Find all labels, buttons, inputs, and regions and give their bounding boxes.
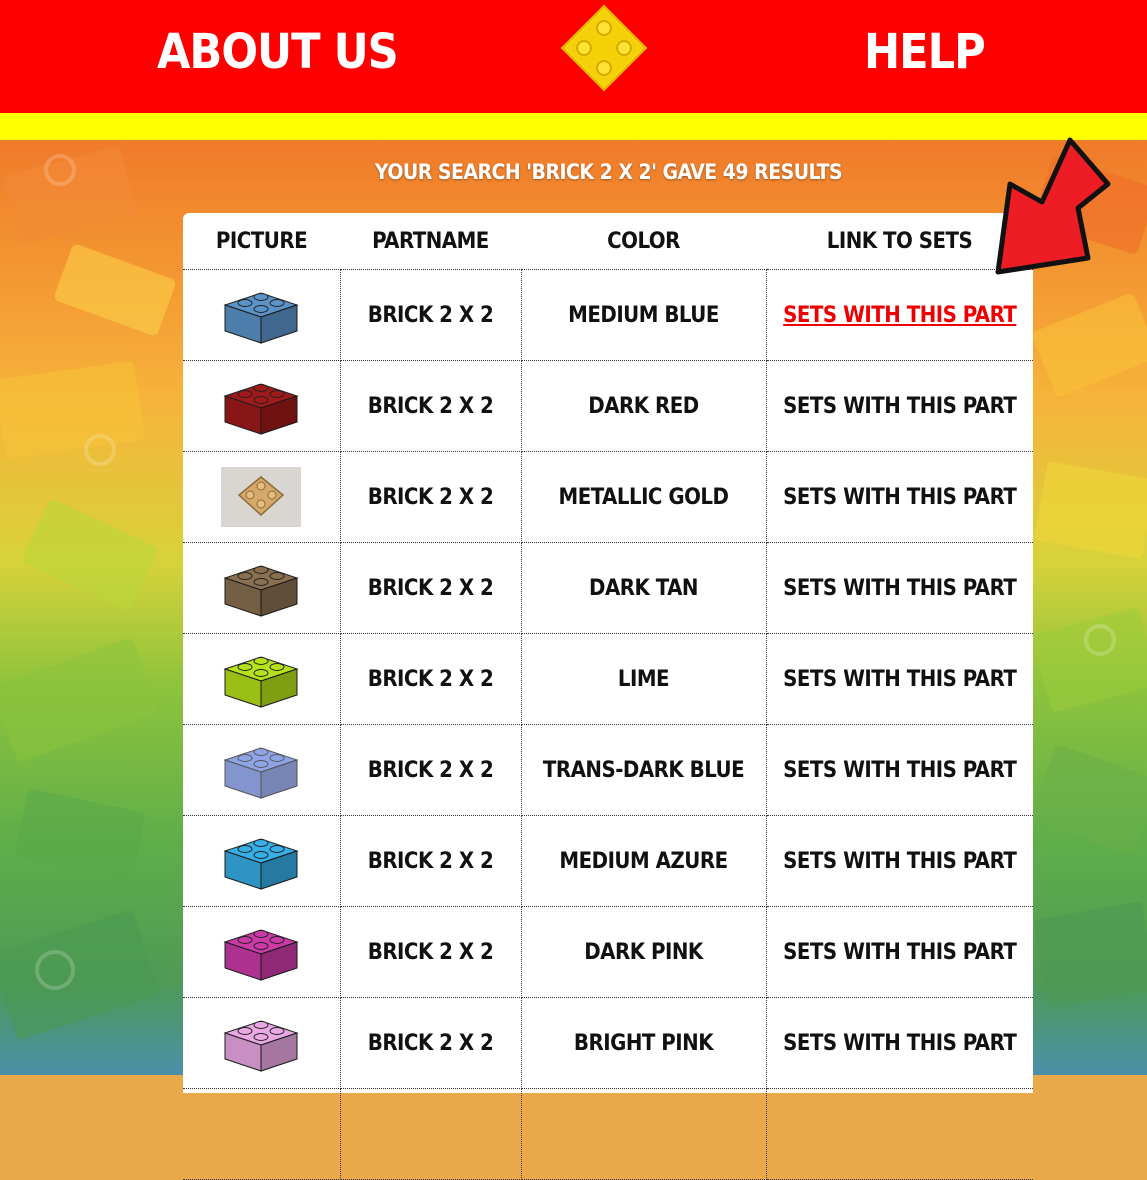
part-name-cell: BRICK 2 X 2 <box>339 633 522 725</box>
table-row <box>183 1088 1033 1180</box>
brick-2x2-icon <box>223 1020 299 1072</box>
sets-with-this-part-link[interactable]: SETS WITH THIS PART <box>783 394 1017 419</box>
sets-link-cell: SETS WITH THIS PART <box>765 724 1033 816</box>
table-header-row: PICTURE PARTNAME COLOR LINK TO SETS <box>183 213 1033 270</box>
part-picture <box>183 815 341 907</box>
color-cell: DARK TAN <box>520 542 767 634</box>
sets-with-this-part-link[interactable]: SETS WITH THIS PART <box>783 485 1017 510</box>
part-picture <box>183 360 341 452</box>
help-link[interactable]: HELP <box>864 22 986 82</box>
brick-2x2-icon <box>223 292 299 344</box>
color-cell: DARK RED <box>520 360 767 452</box>
brick-2x2-icon <box>223 747 299 799</box>
part-name-cell: BRICK 2 X 2 <box>339 906 522 998</box>
sets-link-cell: SETS WITH THIS PART <box>765 633 1033 725</box>
table-row: BRICK 2 X 2 TRANS-DARK BLUE SETS WITH THIS… <box>183 724 1033 816</box>
part-name-cell: BRICK 2 X 2 <box>339 542 522 634</box>
sets-link-cell <box>765 1088 1033 1180</box>
brick-2x2-icon <box>221 467 302 527</box>
column-header-partname: PARTNAME <box>372 228 489 254</box>
sets-with-this-part-link[interactable]: SETS WITH THIS PART <box>783 1031 1017 1056</box>
about-us-link[interactable]: ABOUT US <box>157 22 399 82</box>
part-name-cell <box>339 1088 522 1180</box>
pointer-arrow-icon <box>978 132 1128 286</box>
sets-with-this-part-link[interactable]: SETS WITH THIS PART <box>783 758 1017 783</box>
sets-link-cell: SETS WITH THIS PART <box>765 360 1033 452</box>
part-name-cell: BRICK 2 X 2 <box>339 269 522 361</box>
table-row: BRICK 2 X 2 DARK RED SETS WITH THIS PART <box>183 360 1033 452</box>
part-picture <box>183 451 341 543</box>
part-name-cell: BRICK 2 X 2 <box>339 451 522 543</box>
sets-link-cell: SETS WITH THIS PART <box>765 815 1033 907</box>
part-name-cell: BRICK 2 X 2 <box>339 360 522 452</box>
sets-with-this-part-link[interactable]: SETS WITH THIS PART <box>783 940 1017 965</box>
part-picture <box>183 1088 341 1180</box>
part-name-cell: BRICK 2 X 2 <box>339 815 522 907</box>
sets-with-this-part-link[interactable]: SETS WITH THIS PART <box>783 576 1017 601</box>
part-name-cell: BRICK 2 X 2 <box>339 724 522 816</box>
part-picture <box>183 542 341 634</box>
part-picture <box>183 269 341 361</box>
lego-brick-logo-icon[interactable] <box>560 4 648 92</box>
sets-with-this-part-link[interactable]: SETS WITH THIS PART <box>783 667 1017 692</box>
table-row: BRICK 2 X 2 DARK TAN SETS WITH THIS PART <box>183 542 1033 634</box>
search-results-title: YOUR SEARCH 'BRICK 2 X 2' GAVE 49 RESULT… <box>374 160 843 184</box>
sets-link-cell: SETS WITH THIS PART <box>765 542 1033 634</box>
sets-with-this-part-link[interactable]: SETS WITH THIS PART <box>783 303 1017 328</box>
table-row: BRICK 2 X 2 DARK PINK SETS WITH THIS PART <box>183 906 1033 998</box>
brick-2x2-icon <box>223 656 299 708</box>
sets-link-cell: SETS WITH THIS PART <box>765 451 1033 543</box>
header-stripe <box>0 113 1147 140</box>
color-cell: METALLIC GOLD <box>520 451 767 543</box>
table-row: BRICK 2 X 2 MEDIUM BLUE SETS WITH THIS PAR… <box>183 269 1033 361</box>
column-header-color: COLOR <box>607 228 680 254</box>
color-cell: MEDIUM AZURE <box>520 815 767 907</box>
color-cell: TRANS-DARK BLUE <box>520 724 767 816</box>
part-picture <box>183 906 341 998</box>
brick-2x2-icon <box>223 383 299 435</box>
part-picture <box>183 633 341 725</box>
table-row: BRICK 2 X 2 MEDIUM AZURE SETS WITH THIS PA… <box>183 815 1033 907</box>
part-picture <box>183 724 341 816</box>
color-cell <box>520 1088 767 1180</box>
results-panel: PICTURE PARTNAME COLOR LINK TO SETS BRIC… <box>183 213 1033 1180</box>
results-table: PICTURE PARTNAME COLOR LINK TO SETS BRIC… <box>183 213 1033 1180</box>
color-cell: MEDIUM BLUE <box>520 269 767 361</box>
table-row: BRICK 2 X 2 LIME SETS WITH THIS PART <box>183 633 1033 725</box>
color-cell: LIME <box>520 633 767 725</box>
sets-link-cell: SETS WITH THIS PART <box>765 906 1033 998</box>
brick-2x2-icon <box>223 838 299 890</box>
brick-2x2-icon <box>223 565 299 617</box>
color-cell: DARK PINK <box>520 906 767 998</box>
column-header-picture: PICTURE <box>215 228 308 254</box>
brick-2x2-icon <box>223 929 299 981</box>
table-row: BRICK 2 X 2 METALLIC GOLD SETS WITH THIS P… <box>183 451 1033 543</box>
sets-with-this-part-link[interactable]: SETS WITH THIS PART <box>783 849 1017 874</box>
